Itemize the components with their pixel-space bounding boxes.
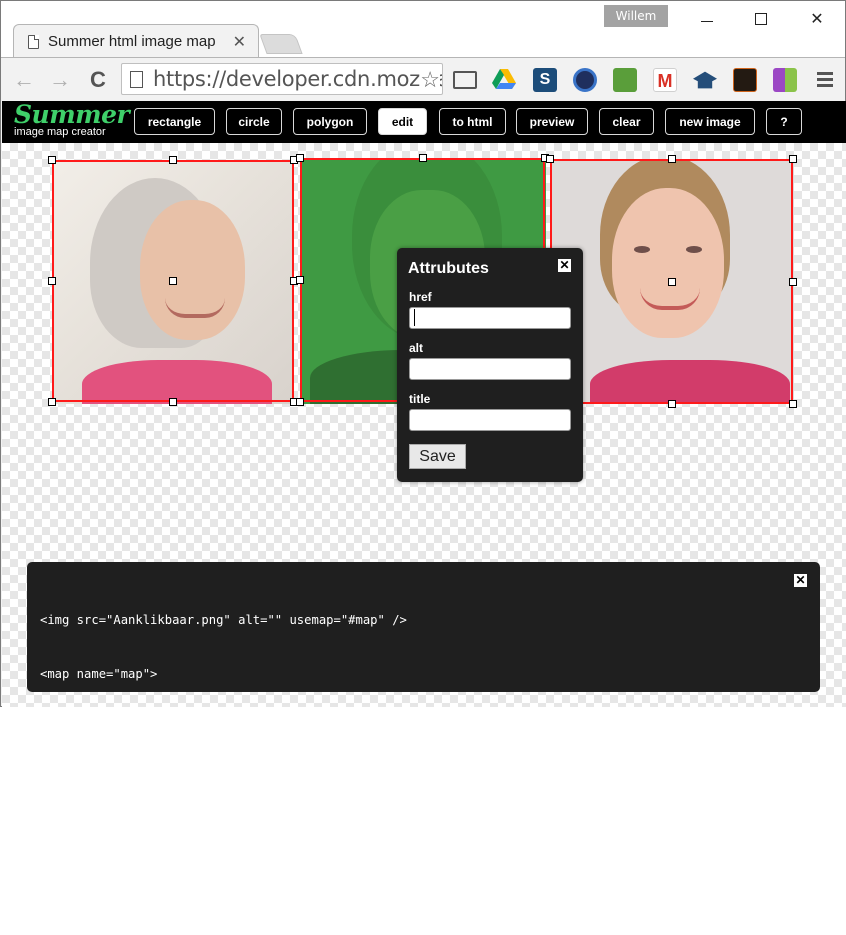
code-block: <img src="Aanklikbaar.png" alt="" usemap… [40, 575, 414, 935]
resize-handle[interactable] [667, 277, 676, 286]
title-input[interactable] [409, 409, 571, 431]
help-button[interactable]: ? [766, 108, 802, 135]
close-window-button[interactable]: ✕ [794, 1, 840, 37]
s-extension-icon[interactable]: S [533, 68, 557, 92]
minimize-button[interactable] [684, 1, 730, 37]
drive-icon[interactable] [492, 68, 516, 92]
code-line: <map name="map"> [40, 667, 158, 681]
logo-title: Summer [14, 100, 130, 129]
cast-icon[interactable] [453, 71, 477, 89]
alt-input[interactable] [409, 358, 571, 380]
resize-handle[interactable] [48, 277, 56, 285]
reload-icon[interactable]: C [85, 67, 111, 93]
save-button[interactable]: Save [409, 444, 466, 469]
resize-handle[interactable] [169, 398, 177, 406]
browser-toolbar: ← → C https://developer.cdn.mozilla ☆ S … [1, 57, 845, 101]
summer-logo: Summer image map creator [14, 100, 130, 138]
title-label: title [409, 392, 431, 406]
circle-button[interactable]: circle [226, 108, 282, 135]
clear-button[interactable]: clear [599, 108, 654, 135]
resize-handle[interactable] [296, 154, 304, 162]
back-arrow-icon[interactable]: ← [11, 67, 37, 93]
code-line: <area shape="rect" coords="404, 2, 595, … [40, 775, 415, 789]
resize-handle[interactable] [48, 156, 56, 164]
resize-handle[interactable] [546, 155, 554, 163]
preview-button[interactable]: preview [516, 108, 588, 135]
user-badge[interactable]: Willem [604, 5, 668, 27]
tab-close-icon[interactable]: ✕ [233, 32, 246, 52]
gmail-icon[interactable]: M [653, 68, 677, 92]
new-image-button[interactable]: new image [665, 108, 755, 135]
resize-handle[interactable] [169, 277, 177, 285]
edit-button[interactable]: edit [378, 108, 427, 135]
code-close-icon[interactable]: ✕ [794, 574, 807, 587]
resize-handle[interactable] [789, 400, 797, 408]
bookmark-star-icon[interactable]: ☆ [420, 67, 440, 93]
attributes-popup: Attrubutes ✕ href alt title Save [397, 248, 583, 482]
rectangle-button[interactable]: rectangle [134, 108, 215, 135]
document-icon [28, 34, 39, 49]
resize-handle[interactable] [296, 398, 304, 406]
minimize-icon [701, 20, 713, 22]
new-tab-button[interactable] [259, 34, 303, 54]
graduation-hat-icon[interactable] [693, 71, 717, 89]
code-line: <area shape="rect" coords="3, 3, 195, 19… [40, 829, 400, 843]
href-label: href [409, 290, 432, 304]
resize-handle[interactable] [667, 400, 676, 408]
href-input[interactable] [409, 307, 571, 329]
hamburger-menu-icon[interactable] [817, 72, 833, 90]
resize-handle[interactable] [789, 277, 797, 286]
title-bar: Willem ✕ Summer html image map ✕ [1, 1, 845, 58]
logo-subtitle: image map creator [14, 126, 106, 138]
resize-handle[interactable] [789, 155, 797, 163]
close-icon: ✕ [810, 11, 824, 28]
address-bar[interactable]: https://developer.cdn.mozilla ☆ [121, 63, 443, 95]
tab-title: Summer html image map [48, 33, 216, 50]
fire-icon[interactable] [733, 68, 757, 92]
html-code-panel: <img src="Aanklikbaar.png" alt="" usemap… [27, 562, 820, 897]
page-icon [130, 70, 143, 88]
blue-circle-icon[interactable] [573, 68, 597, 92]
resize-handle[interactable] [296, 276, 304, 284]
to-html-button[interactable]: to html [439, 108, 506, 135]
maximize-icon [755, 13, 767, 25]
code-line: <img src="Aanklikbaar.png" alt="" usemap… [40, 613, 407, 627]
resize-handle[interactable] [667, 155, 676, 163]
app-header: Summer image map creator rectangle circl… [2, 101, 846, 143]
popup-close-icon[interactable]: ✕ [558, 259, 571, 272]
code-line: <area shape="rect" coords="203, 1, 396, … [40, 721, 415, 735]
popup-title: Attrubutes [408, 260, 489, 277]
green-extension-icon[interactable] [613, 68, 637, 92]
resize-handle[interactable] [418, 154, 427, 162]
resize-handle[interactable] [169, 156, 177, 164]
maximize-button[interactable] [738, 1, 784, 37]
text-caret [414, 309, 415, 326]
url-text: https://developer.cdn.mozilla [153, 67, 443, 91]
purple-extension-icon[interactable] [773, 68, 797, 92]
resize-handle[interactable] [48, 398, 56, 406]
forward-arrow-icon[interactable]: → [47, 67, 73, 93]
polygon-button[interactable]: polygon [293, 108, 367, 135]
alt-label: alt [409, 341, 424, 355]
code-line: </map> [40, 883, 85, 897]
browser-tab[interactable]: Summer html image map ✕ [13, 24, 259, 58]
